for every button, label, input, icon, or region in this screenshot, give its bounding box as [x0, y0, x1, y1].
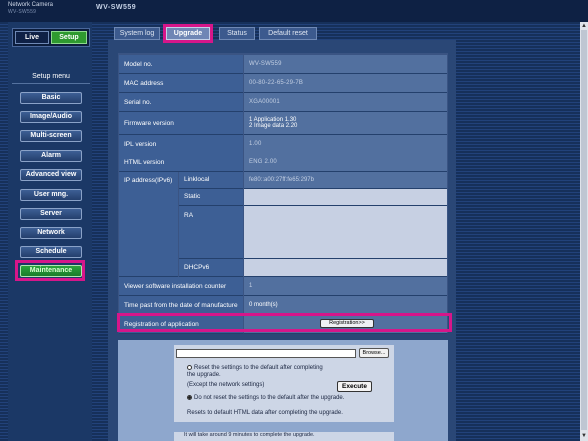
ra-value [244, 206, 447, 259]
menu-basic[interactable]: Basic [20, 92, 82, 104]
radio-no-reset-icon[interactable] [187, 395, 192, 400]
scroll-down-icon[interactable]: ▼ [580, 432, 588, 441]
firmware-label: Firmware version [119, 112, 243, 135]
tab-system-log[interactable]: System log [114, 27, 160, 40]
live-button[interactable]: Live [15, 31, 49, 44]
row-viewer-counter: Viewer software installation counter 1 [119, 277, 447, 296]
option-reset-line-1: Reset the settings to the default after … [194, 365, 323, 371]
ipl-label: IPL version [119, 135, 243, 154]
execute-button[interactable]: Execute [337, 381, 372, 392]
row-model-no: Model no. WV-SW559 [119, 55, 447, 74]
firmware-line-2: 2 Image data 2.20 [249, 123, 298, 129]
row-html: HTML version ENG 2.00 [119, 153, 447, 172]
file-path-input[interactable] [176, 349, 356, 358]
model-no-label: Model no. [119, 55, 243, 74]
option-reset-line-3: (Except the network settings) [187, 382, 265, 388]
scrollbar-thumb[interactable] [581, 30, 587, 430]
upgrade-tab-highlight [163, 24, 213, 43]
option-no-reset-label: Do not reset the settings to the default… [194, 395, 345, 401]
html-label: HTML version [119, 153, 243, 172]
row-mac: MAC address 00-80-22-65-29-7B [119, 74, 447, 93]
radio-reset-icon[interactable] [187, 365, 192, 370]
menu-image-audio[interactable]: Image/Audio [20, 111, 82, 123]
setup-button[interactable]: Setup [51, 31, 87, 44]
mac-value: 00-80-22-65-29-7B [244, 74, 447, 93]
menu-alarm[interactable]: Alarm [20, 150, 82, 162]
mac-label: MAC address [119, 74, 243, 93]
viewer-label: Viewer software installation counter [119, 277, 243, 296]
dhcpv6-label: DHCPv6 [179, 259, 243, 277]
row-ipl: IPL version 1.00 [119, 135, 447, 154]
menu-server[interactable]: Server [20, 208, 82, 220]
upgrade-duration-note: It will take around 9 minutes to complet… [174, 432, 394, 441]
row-firmware: Firmware version 1 Application 1.30 2 Im… [119, 112, 447, 135]
menu-network[interactable]: Network [20, 227, 82, 239]
static-label: Static [179, 189, 243, 206]
product-sub: WV-SW559 [8, 9, 37, 15]
linklocal-label: Linklocal [179, 172, 243, 189]
option-reset-line-2: the upgrade. [187, 372, 221, 378]
scroll-up-icon[interactable]: ▲ [580, 22, 588, 30]
row-ra: RA [119, 206, 447, 259]
row-serial: Serial no. XGA00001 [119, 93, 447, 112]
serial-label: Serial no. [119, 93, 243, 112]
tab-status[interactable]: Status [219, 27, 255, 40]
row-linklocal: Linklocal fe80::a00:27ff:fe65:297b [119, 172, 447, 189]
firmware-values: 1 Application 1.30 2 Image data 2.20 [244, 112, 447, 135]
linklocal-value: fe80::a00:27ff:fe65:297b [244, 172, 447, 189]
menu-user-mng[interactable]: User mng. [20, 189, 82, 201]
maintenance-highlight [15, 260, 85, 281]
option-reset[interactable]: Reset the settings to the default after … [187, 365, 323, 372]
row-dhcpv6: DHCPv6 [119, 259, 447, 277]
registration-highlight [117, 313, 452, 332]
static-value [244, 189, 447, 206]
menu-schedule[interactable]: Schedule [20, 246, 82, 258]
ipl-value: 1.00 [244, 135, 447, 154]
menu-multi-screen[interactable]: Multi-screen [20, 130, 82, 142]
setup-menu-title: Setup menu [12, 73, 90, 84]
reset-note: Resets to default HTML data after comple… [187, 410, 343, 416]
row-static: Static [119, 189, 447, 206]
browse-button[interactable]: Browse... [359, 348, 389, 358]
menu-advanced-view[interactable]: Advanced view [20, 169, 82, 181]
header-bar: Network Camera WV-SW559 WV-SW559 [0, 0, 588, 22]
model-heading: WV-SW559 [96, 4, 137, 11]
serial-value: XGA00001 [244, 93, 447, 112]
tab-default-reset[interactable]: Default reset [259, 27, 317, 40]
product-label: Network Camera [8, 2, 54, 8]
dhcpv6-value [244, 259, 447, 277]
viewer-value: 1 [244, 277, 447, 296]
html-value: ENG 2.00 [244, 153, 447, 172]
ra-label: RA [179, 206, 243, 259]
option-no-reset[interactable]: Do not reset the settings to the default… [187, 395, 344, 402]
model-no-value: WV-SW559 [244, 55, 447, 74]
